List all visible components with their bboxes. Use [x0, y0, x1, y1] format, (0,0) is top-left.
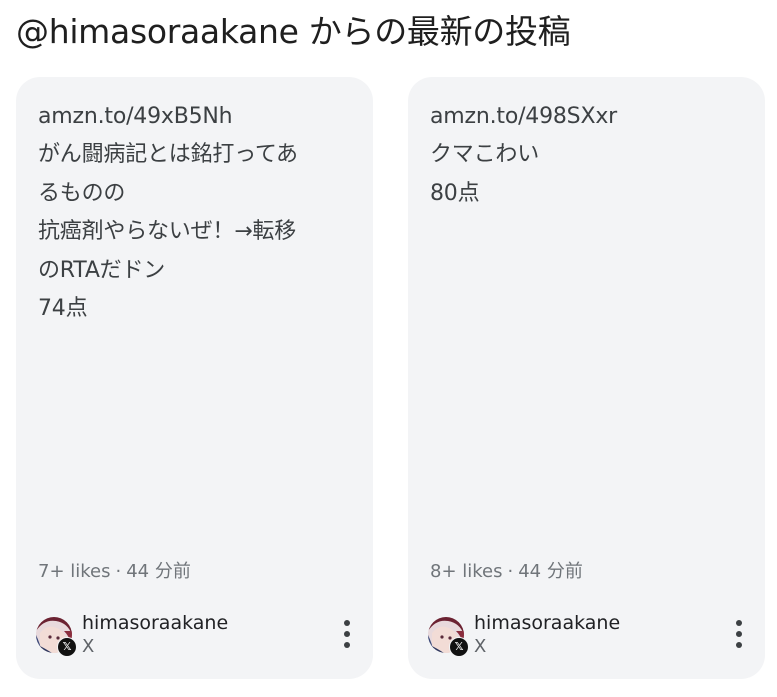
post-meta: 8+ likes · 44 分前 — [430, 560, 583, 584]
post-text-line: 抗癌剤やらないぜ！→転移 — [38, 219, 297, 245]
more-options-button[interactable] — [724, 619, 754, 651]
post-text-line: るものの — [38, 180, 126, 206]
author-name[interactable]: himasoraakane — [82, 611, 228, 635]
post-link[interactable]: amzn.to/49xB5Nh — [38, 98, 351, 136]
likes-count: 7+ likes — [38, 561, 111, 582]
post-time: 44 分前 — [518, 561, 583, 582]
post-text: amzn.to/49xB5Nh がん闘病記とは銘打ってあ るものの 抗癌剤やらな… — [38, 98, 351, 328]
post-text-line: のRTAだドン — [38, 257, 166, 283]
post-time: 44 分前 — [126, 561, 191, 582]
post-text-line: クマこわい — [430, 142, 540, 168]
post-link[interactable]: amzn.to/498SXxr — [430, 98, 743, 136]
author-row[interactable]: 𝕏 himasoraakane X — [36, 611, 356, 659]
meta-separator: · — [115, 561, 122, 582]
meta-separator: · — [507, 561, 514, 582]
more-options-button[interactable] — [332, 619, 362, 651]
more-vert-icon — [736, 620, 742, 626]
likes-count: 8+ likes — [430, 561, 503, 582]
section-title: @himasoraakane からの最新の投稿 — [16, 12, 571, 51]
author-platform: X — [82, 636, 95, 657]
post-text: amzn.to/498SXxr クマこわい 80点 — [430, 98, 743, 213]
post-score: 74点 — [38, 296, 88, 322]
more-vert-icon — [344, 620, 350, 626]
author-row[interactable]: 𝕏 himasoraakane X — [428, 611, 748, 659]
author-platform: X — [474, 636, 487, 657]
post-text-line: がん闘病記とは銘打ってあ — [38, 142, 298, 168]
author-name[interactable]: himasoraakane — [474, 611, 620, 635]
post-card[interactable]: amzn.to/498SXxr クマこわい 80点 8+ likes · 44 分前… — [408, 77, 765, 679]
post-score: 80点 — [430, 180, 480, 206]
post-meta: 7+ likes · 44 分前 — [38, 560, 191, 584]
x-logo-icon: 𝕏 — [449, 637, 469, 657]
x-logo-icon: 𝕏 — [57, 637, 77, 657]
post-card[interactable]: amzn.to/49xB5Nh がん闘病記とは銘打ってあ るものの 抗癌剤やらな… — [16, 77, 373, 679]
